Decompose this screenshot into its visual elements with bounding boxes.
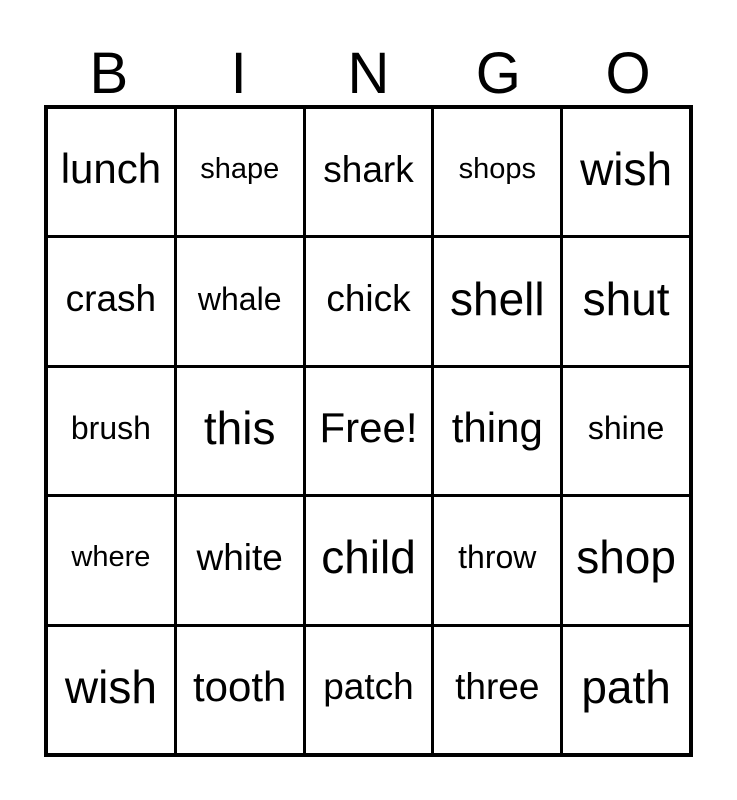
bingo-cell-word: shine [587, 410, 665, 447]
bingo-cell[interactable]: shape [177, 109, 306, 236]
bingo-cell[interactable]: chick [306, 238, 435, 365]
bingo-header-letter: N [347, 41, 390, 106]
bingo-cell-word: chick [326, 278, 411, 320]
bingo-row: wish tooth patch three path [48, 626, 689, 754]
bingo-cell[interactable]: whale [177, 238, 306, 365]
bingo-cell[interactable]: shops [434, 109, 564, 236]
bingo-header-row: BINGO [44, 34, 693, 105]
bingo-cell[interactable]: throw [434, 497, 564, 624]
bingo-cell[interactable]: path [563, 627, 689, 753]
bingo-cell[interactable]: shut [563, 238, 689, 364]
bingo-cell-word: shop [576, 531, 676, 584]
bingo-cell-word: lunch [60, 145, 162, 193]
bingo-cell[interactable]: shine [563, 368, 689, 494]
bingo-cell-word: wish [64, 660, 157, 713]
bingo-cell[interactable]: tooth [177, 626, 306, 754]
bingo-header-cell-o: O [563, 34, 693, 105]
bingo-cell[interactable]: this [177, 367, 306, 495]
bingo-cell-word: brush [70, 410, 151, 447]
bingo-cell[interactable]: crash [48, 238, 177, 365]
bingo-cell-word: patch [323, 666, 414, 708]
bingo-cell-word: child [321, 531, 416, 584]
bingo-row: crash whale chick shell shut [48, 238, 689, 368]
bingo-cell-word: shape [200, 152, 280, 185]
bingo-header-letter: G [475, 41, 521, 106]
bingo-cell-word: thing [451, 404, 543, 452]
bingo-header-cell-b: B [44, 34, 174, 105]
bingo-cell-word: where [71, 540, 151, 573]
bingo-cell-word: shops [458, 152, 536, 185]
bingo-cell-word: path [581, 660, 671, 713]
bingo-cell-word: three [455, 666, 540, 708]
bingo-free-space-cell[interactable]: Free! [306, 367, 435, 495]
bingo-header-letter: O [605, 41, 651, 106]
bingo-cell[interactable]: wish [48, 626, 177, 754]
bingo-header-cell-i: I [174, 34, 304, 105]
bingo-cell[interactable]: shark [306, 109, 435, 236]
bingo-header-letter: B [89, 41, 129, 106]
bingo-cell-word: whale [197, 280, 282, 317]
bingo-cell[interactable]: three [434, 626, 564, 754]
bingo-cell-word: shell [449, 272, 545, 325]
bingo-cell-word: crash [65, 278, 157, 320]
bingo-cell-word: throw [458, 539, 537, 576]
bingo-cell[interactable]: child [306, 497, 435, 624]
bingo-cell[interactable]: wish [563, 109, 689, 235]
bingo-header-letter: I [230, 41, 247, 106]
bingo-header-cell-g: G [433, 34, 563, 105]
bingo-cell[interactable]: white [177, 497, 306, 624]
bingo-cell-word: shark [323, 148, 414, 190]
bingo-cell[interactable]: shell [434, 238, 564, 365]
bingo-cell[interactable]: shop [563, 497, 689, 623]
bingo-cell-word: shut [582, 272, 670, 325]
bingo-cell[interactable]: brush [48, 367, 177, 495]
bingo-row: brush this Free! thing shine [48, 367, 689, 498]
bingo-row: where white child throw shop [48, 497, 689, 627]
bingo-cell[interactable]: where [48, 497, 177, 624]
bingo-cell-word: this [203, 402, 276, 455]
bingo-cell-word: wish [580, 143, 673, 196]
bingo-header-cell-n: N [304, 34, 434, 105]
bingo-cell[interactable]: patch [306, 626, 435, 754]
bingo-cell[interactable]: lunch [48, 109, 177, 236]
bingo-cell-word: tooth [192, 662, 287, 710]
bingo-grid: lunch shape shark shops wish crash whale chick s… [44, 105, 693, 757]
bingo-row: lunch shape shark shops wish [48, 109, 689, 239]
bingo-card: B I N G O lunch shape shark shops wish crash whale… [0, 0, 737, 800]
bingo-cell-word: white [196, 536, 283, 578]
bingo-cell[interactable]: thing [434, 367, 564, 495]
bingo-free-space-label: Free! [319, 404, 418, 452]
